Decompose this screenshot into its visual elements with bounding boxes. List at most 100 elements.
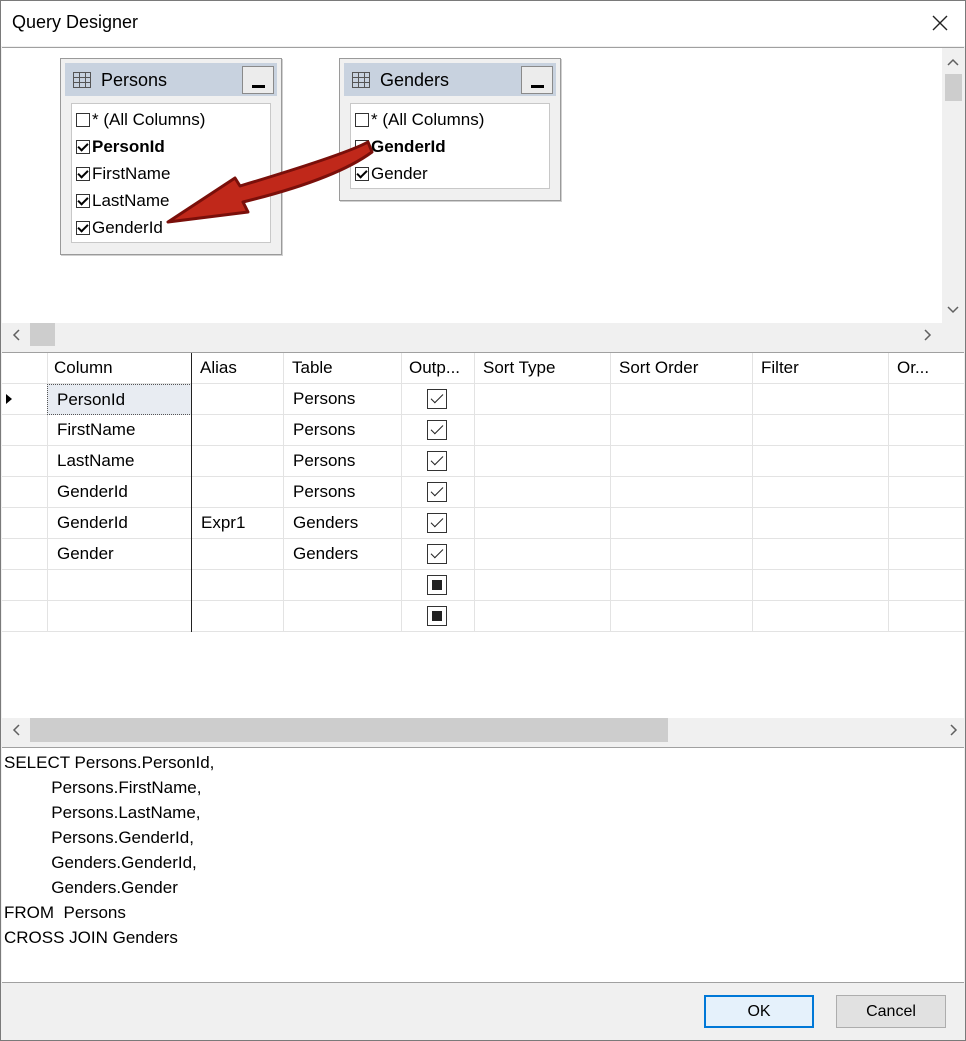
grid-cell-table[interactable]: Genders (284, 539, 402, 570)
grid-cell-sort-type[interactable] (475, 477, 611, 508)
criteria-grid[interactable]: Column Alias Table Outp... Sort Type Sor… (2, 353, 964, 633)
cancel-button[interactable]: Cancel (836, 995, 946, 1028)
grid-header-output[interactable]: Outp... (402, 353, 475, 384)
grid-cell-filter[interactable] (753, 415, 889, 446)
grid-cell-sort-order[interactable] (611, 508, 753, 539)
output-checkbox[interactable] (427, 606, 447, 626)
chevron-right-icon[interactable] (944, 720, 964, 740)
output-checkbox[interactable] (427, 513, 447, 533)
grid-cell-output[interactable] (402, 384, 475, 415)
diagram-vertical-scroll-thumb[interactable] (945, 74, 962, 101)
grid-cell-or[interactable] (889, 446, 964, 477)
grid-cell-sort-order[interactable] (611, 570, 753, 601)
grid-cell-output[interactable] (402, 477, 475, 508)
row-selector[interactable] (2, 415, 48, 446)
grid-cell-column[interactable] (48, 570, 192, 601)
grid-cell-output[interactable] (402, 415, 475, 446)
grid-cell-alias[interactable] (192, 539, 284, 570)
grid-cell-table[interactable]: Genders (284, 508, 402, 539)
output-checkbox[interactable] (427, 575, 447, 595)
grid-cell-sort-type[interactable] (475, 508, 611, 539)
grid-header-sort-order[interactable]: Sort Order (611, 353, 753, 384)
grid-cell-column[interactable]: GenderId (48, 477, 192, 508)
grid-header-table[interactable]: Table (284, 353, 402, 384)
grid-cell-alias[interactable] (192, 570, 284, 601)
grid-horizontal-scroll-thumb[interactable] (30, 718, 668, 742)
grid-cell-column[interactable]: PersonId (47, 384, 192, 415)
grid-cell-or[interactable] (889, 601, 964, 632)
grid-header-filter[interactable]: Filter (753, 353, 889, 384)
grid-cell-sort-type[interactable] (475, 601, 611, 632)
grid-cell-sort-order[interactable] (611, 601, 753, 632)
grid-cell-filter[interactable] (753, 601, 889, 632)
grid-cell-or[interactable] (889, 508, 964, 539)
row-selector[interactable] (2, 477, 48, 508)
grid-cell-filter[interactable] (753, 539, 889, 570)
grid-cell-sort-order[interactable] (611, 415, 753, 446)
grid-cell-sort-order[interactable] (611, 539, 753, 570)
grid-cell-sort-type[interactable] (475, 570, 611, 601)
chevron-left-icon[interactable] (6, 325, 26, 345)
grid-cell-column[interactable]: Gender (48, 539, 192, 570)
row-selector[interactable] (2, 446, 48, 477)
diagram-horizontal-scrollbar[interactable] (2, 323, 964, 346)
grid-cell-alias[interactable] (192, 477, 284, 508)
chevron-left-icon[interactable] (6, 720, 26, 740)
grid-cell-sort-order[interactable] (611, 384, 753, 415)
grid-cell-output[interactable] (402, 570, 475, 601)
diagram-horizontal-scroll-thumb[interactable] (30, 323, 55, 346)
grid-cell-sort-type[interactable] (475, 384, 611, 415)
grid-cell-sort-type[interactable] (475, 539, 611, 570)
grid-cell-sort-type[interactable] (475, 446, 611, 477)
grid-cell-filter[interactable] (753, 384, 889, 415)
grid-cell-column[interactable]: FirstName (48, 415, 192, 446)
grid-cell-table[interactable]: Persons (284, 384, 402, 415)
row-selector[interactable] (2, 570, 48, 601)
grid-cell-column[interactable]: GenderId (48, 508, 192, 539)
output-checkbox[interactable] (427, 451, 447, 471)
grid-cell-column[interactable] (48, 601, 192, 632)
grid-cell-sort-order[interactable] (611, 446, 753, 477)
output-checkbox[interactable] (427, 482, 447, 502)
grid-cell-filter[interactable] (753, 446, 889, 477)
grid-cell-alias[interactable]: Expr1 (192, 508, 284, 539)
grid-cell-table[interactable]: Persons (284, 446, 402, 477)
grid-cell-table[interactable]: Persons (284, 477, 402, 508)
grid-cell-or[interactable] (889, 570, 964, 601)
sql-pane[interactable]: SELECT Persons.PersonId, Persons.FirstNa… (2, 747, 964, 983)
grid-cell-table[interactable]: Persons (284, 415, 402, 446)
chevron-right-icon[interactable] (918, 325, 938, 345)
grid-cell-or[interactable] (889, 384, 964, 415)
grid-cell-alias[interactable] (192, 384, 284, 415)
grid-cell-output[interactable] (402, 446, 475, 477)
grid-cell-output[interactable] (402, 601, 475, 632)
grid-cell-alias[interactable] (192, 415, 284, 446)
output-checkbox[interactable] (427, 389, 447, 409)
grid-cell-table[interactable] (284, 601, 402, 632)
grid-header-sort-type[interactable]: Sort Type (475, 353, 611, 384)
grid-cell-or[interactable] (889, 539, 964, 570)
row-selector[interactable] (2, 539, 48, 570)
grid-cell-sort-order[interactable] (611, 477, 753, 508)
chevron-up-icon[interactable] (943, 52, 963, 72)
grid-cell-alias[interactable] (192, 446, 284, 477)
ok-button[interactable]: OK (704, 995, 814, 1028)
grid-cell-or[interactable] (889, 477, 964, 508)
grid-cell-table[interactable] (284, 570, 402, 601)
grid-cell-filter[interactable] (753, 477, 889, 508)
output-checkbox[interactable] (427, 420, 447, 440)
row-selector[interactable] (2, 384, 48, 415)
grid-cell-output[interactable] (402, 539, 475, 570)
grid-header-column[interactable]: Column (48, 353, 192, 384)
grid-header-or[interactable]: Or... (889, 353, 964, 384)
grid-cell-filter[interactable] (753, 570, 889, 601)
grid-cell-filter[interactable] (753, 508, 889, 539)
grid-header-alias[interactable]: Alias (192, 353, 284, 384)
grid-cell-column[interactable]: LastName (48, 446, 192, 477)
grid-cell-or[interactable] (889, 415, 964, 446)
grid-cell-alias[interactable] (192, 601, 284, 632)
row-selector[interactable] (2, 601, 48, 632)
row-selector[interactable] (2, 508, 48, 539)
chevron-down-icon[interactable] (943, 300, 963, 320)
grid-cell-sort-type[interactable] (475, 415, 611, 446)
